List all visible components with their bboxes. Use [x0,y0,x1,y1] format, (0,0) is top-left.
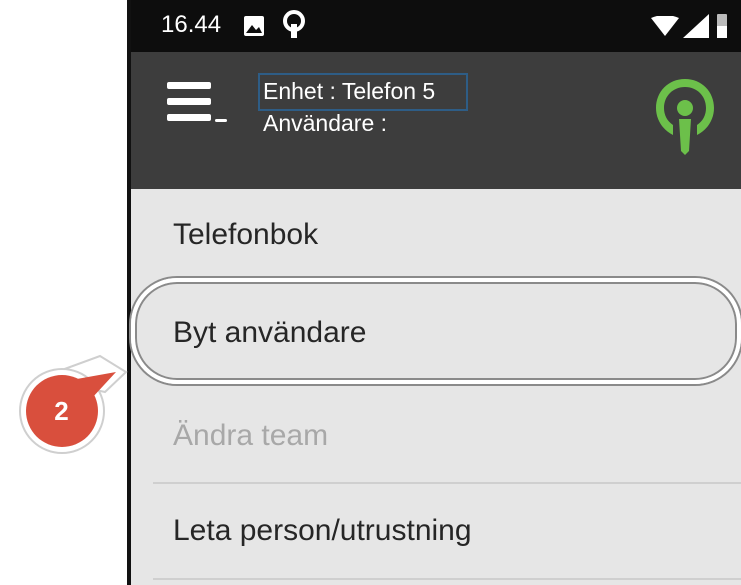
menu-item-leta-person[interactable]: Leta person/utrustning [131,514,741,548]
battery-icon [717,14,727,38]
menu-icon[interactable] [167,82,227,134]
signal-icon [683,14,709,38]
app-logo-icon [656,79,714,155]
status-bar: 16.44 [131,0,741,52]
image-icon [244,16,264,36]
menu-item-telefonbok[interactable]: Telefonbok [131,218,741,252]
status-time: 16.44 [161,11,222,38]
device-label: Enhet : Telefon 5 [263,78,436,104]
menu-item-andra-team: Ändra team [173,419,329,452]
highlight-outline [131,278,741,384]
app-bar: Enhet : Telefon 5 Användare : [131,52,741,189]
menu-divider [153,482,741,484]
menu-divider [153,578,741,580]
wifi-icon [651,16,679,36]
step-number-badge: 2 [54,396,69,426]
user-label: Användare : [263,110,388,136]
notification-icon [283,10,305,38]
